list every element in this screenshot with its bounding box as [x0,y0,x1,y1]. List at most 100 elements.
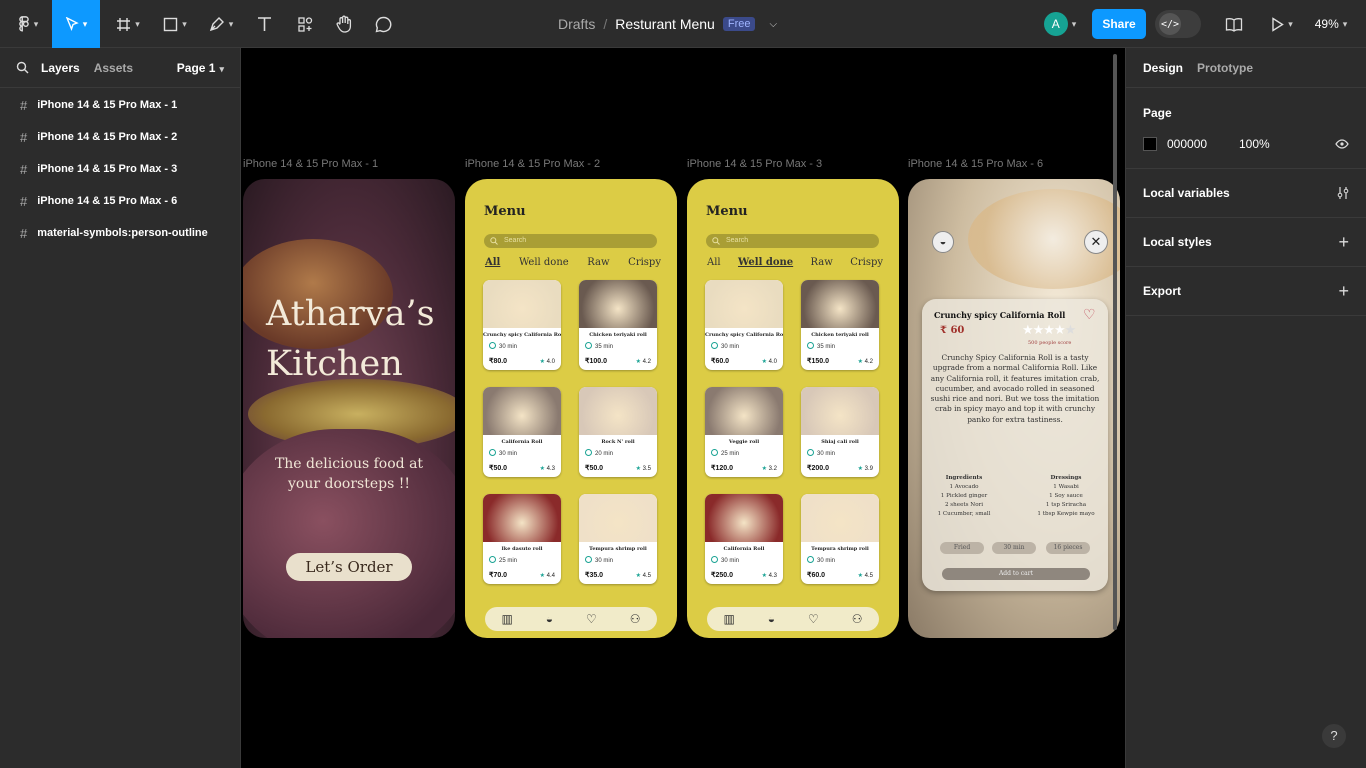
text-tool-button[interactable] [250,0,278,48]
comment-tool-button[interactable] [368,0,398,48]
menu-frame-2[interactable]: Menu Search All Well done Raw Crispy ▥ ◒… [465,179,677,638]
menu-book-icon[interactable]: ▥ [723,612,734,626]
page-selector-label: Page 1 [176,60,216,75]
food-card[interactable]: Tempura shrimp roll 30 min ₹35.0 ★ 4.5 [579,494,657,584]
tab-raw[interactable]: Raw [811,257,833,268]
present-button[interactable]: ▾ [1262,0,1302,48]
pen-tool-button[interactable]: ▾ [200,0,242,48]
food-name: Chicken teriyaki roll [589,332,647,338]
food-price: ₹50.0 [489,465,508,472]
add-to-cart-button[interactable]: Add to cart [942,568,1090,580]
tab-layers[interactable]: Layers [41,61,80,75]
layer-item[interactable]: # iPhone 14 & 15 Pro Max - 6 [0,185,240,217]
rating-value: 3.2 [768,466,777,472]
person-outline-icon[interactable]: ⚇ [630,612,641,626]
layer-item[interactable]: # material-symbols:person-outline [0,217,240,249]
food-card[interactable]: Crunchy spicy California Roll 30 min ₹60.0… [705,280,783,370]
close-icon[interactable]: ✕ [1084,230,1108,254]
food-card[interactable]: California Roll 30 min ₹250.0 ★ 4.3 [705,494,783,584]
clock-icon [585,556,592,563]
menu-book-icon[interactable]: ▥ [501,612,512,626]
food-card[interactable]: Tempura shrimp roll 30 min ₹60.0 ★ 4.5 [801,494,879,584]
plus-icon[interactable]: + [1338,281,1349,302]
dev-mode-toggle[interactable]: </> [1154,0,1202,48]
tab-prototype[interactable]: Prototype [1197,61,1253,75]
layer-item[interactable]: # iPhone 14 & 15 Pro Max - 3 [0,153,240,185]
food-card[interactable]: Rock N' roll 20 min ₹50.0 ★ 3.5 [579,387,657,477]
resources-button[interactable] [290,0,320,48]
tab-assets[interactable]: Assets [94,61,133,75]
detail-frame[interactable]: ◒ ✕ Crunchy spicy California Roll ♡ ₹ 60… [908,179,1120,638]
menu-frame-3[interactable]: Menu Search All Well done Raw Crispy ▥ ◒… [687,179,899,638]
food-card[interactable]: Chicken teriyaki roll 35 min ₹100.0 ★ 4.2 [579,280,657,370]
splash-frame[interactable]: Atharva’s Kitchen The delicious food at … [243,179,455,638]
food-rating: ★ 4.5 [858,572,873,579]
project-link[interactable]: Drafts [558,16,595,32]
category-tabs: All Well done Raw Crispy [485,257,661,268]
page-opacity-value[interactable]: 100% [1239,137,1270,151]
heart-icon[interactable]: ♡ [1083,306,1096,323]
ingredient-item: 1 Pickled ginger [940,493,988,499]
heart-icon[interactable]: ♡ [808,612,819,626]
search-input[interactable]: Search [706,234,879,248]
food-card[interactable]: California Roll 30 min ₹50.0 ★ 4.3 [483,387,561,477]
prep-time-value: 30 min [817,451,836,457]
layer-item[interactable]: # iPhone 14 & 15 Pro Max - 1 [0,89,240,121]
canvas-scrollbar[interactable] [1113,54,1117,630]
zoom-menu[interactable]: 49% ▾ [1306,0,1356,48]
person-outline-icon[interactable]: ⚇ [852,612,863,626]
bowl-icon[interactable]: ◒ [932,231,954,253]
tab-well-done[interactable]: Well done [738,257,793,268]
share-button[interactable]: Share [1092,9,1146,39]
heart-icon[interactable]: ♡ [586,612,597,626]
move-tool-button[interactable]: ▾ [52,0,100,48]
search-input[interactable]: Search [484,234,657,248]
hand-tool-button[interactable] [330,0,358,48]
frame-label[interactable]: iPhone 14 & 15 Pro Max - 3 [687,158,822,170]
plus-icon[interactable]: + [1338,232,1349,253]
canvas[interactable]: iPhone 14 & 15 Pro Max - 1 iPhone 14 & 1… [241,48,1125,768]
food-card[interactable]: Crunchy spicy California Roll 30 min ₹80.0… [483,280,561,370]
tab-raw[interactable]: Raw [587,257,609,268]
frame-label[interactable]: iPhone 14 & 15 Pro Max - 1 [243,158,378,170]
local-variables-row[interactable]: Local variables [1126,169,1366,218]
sliders-icon[interactable] [1337,186,1349,200]
help-button[interactable]: ? [1322,724,1346,748]
search-icon[interactable] [16,61,29,74]
color-swatch[interactable] [1143,137,1157,151]
user-menu[interactable]: A ▾ [1036,0,1084,48]
library-button[interactable] [1220,0,1248,48]
tab-design[interactable]: Design [1143,61,1183,75]
tab-crispy[interactable]: Crispy [850,257,883,268]
tab-crispy[interactable]: Crispy [628,257,661,268]
local-styles-row[interactable]: Local styles + [1126,218,1366,267]
frame-tool-button[interactable]: ▾ [108,0,148,48]
food-rating: ★ 4.3 [762,572,777,579]
eye-icon[interactable] [1335,139,1349,149]
food-card[interactable]: Chicken teriyaki roll 35 min ₹150.0 ★ 4.2 [801,280,879,370]
page-color-value[interactable]: 000000 [1167,137,1239,151]
chip-time[interactable]: 30 min [992,542,1036,554]
tab-all[interactable]: All [707,257,721,268]
tab-well-done[interactable]: Well done [519,257,569,268]
export-row[interactable]: Export + [1126,267,1366,316]
shape-tool-button[interactable]: ▾ [155,0,195,48]
layer-item[interactable]: # iPhone 14 & 15 Pro Max - 2 [0,121,240,153]
figma-menu-button[interactable]: ▾ [8,0,48,48]
tab-all[interactable]: All [485,257,500,268]
bowl-icon[interactable]: ◒ [768,612,775,626]
bowl-icon[interactable]: ◒ [546,612,553,626]
file-name[interactable]: Resturant Menu [615,16,715,32]
prep-time: 30 min [807,556,879,564]
food-card[interactable]: Ike dasuto roll 25 min ₹70.0 ★ 4.4 [483,494,561,584]
menu-title: Menu [706,204,748,219]
food-card[interactable]: Shiaj cali roll 30 min ₹200.0 ★ 3.9 [801,387,879,477]
frame-label[interactable]: iPhone 14 & 15 Pro Max - 2 [465,158,600,170]
frame-label[interactable]: iPhone 14 & 15 Pro Max - 6 [908,158,1043,170]
chevron-down-icon[interactable]: ⌵ [769,19,777,30]
lets-order-button[interactable]: Let’s Order [286,553,412,581]
chip-fried[interactable]: Fried [940,542,984,554]
page-selector[interactable]: Page 1 ▾ [177,61,224,75]
food-card[interactable]: Veggie roll 25 min ₹120.0 ★ 3.2 [705,387,783,477]
chip-pieces[interactable]: 16 pieces [1046,542,1090,554]
